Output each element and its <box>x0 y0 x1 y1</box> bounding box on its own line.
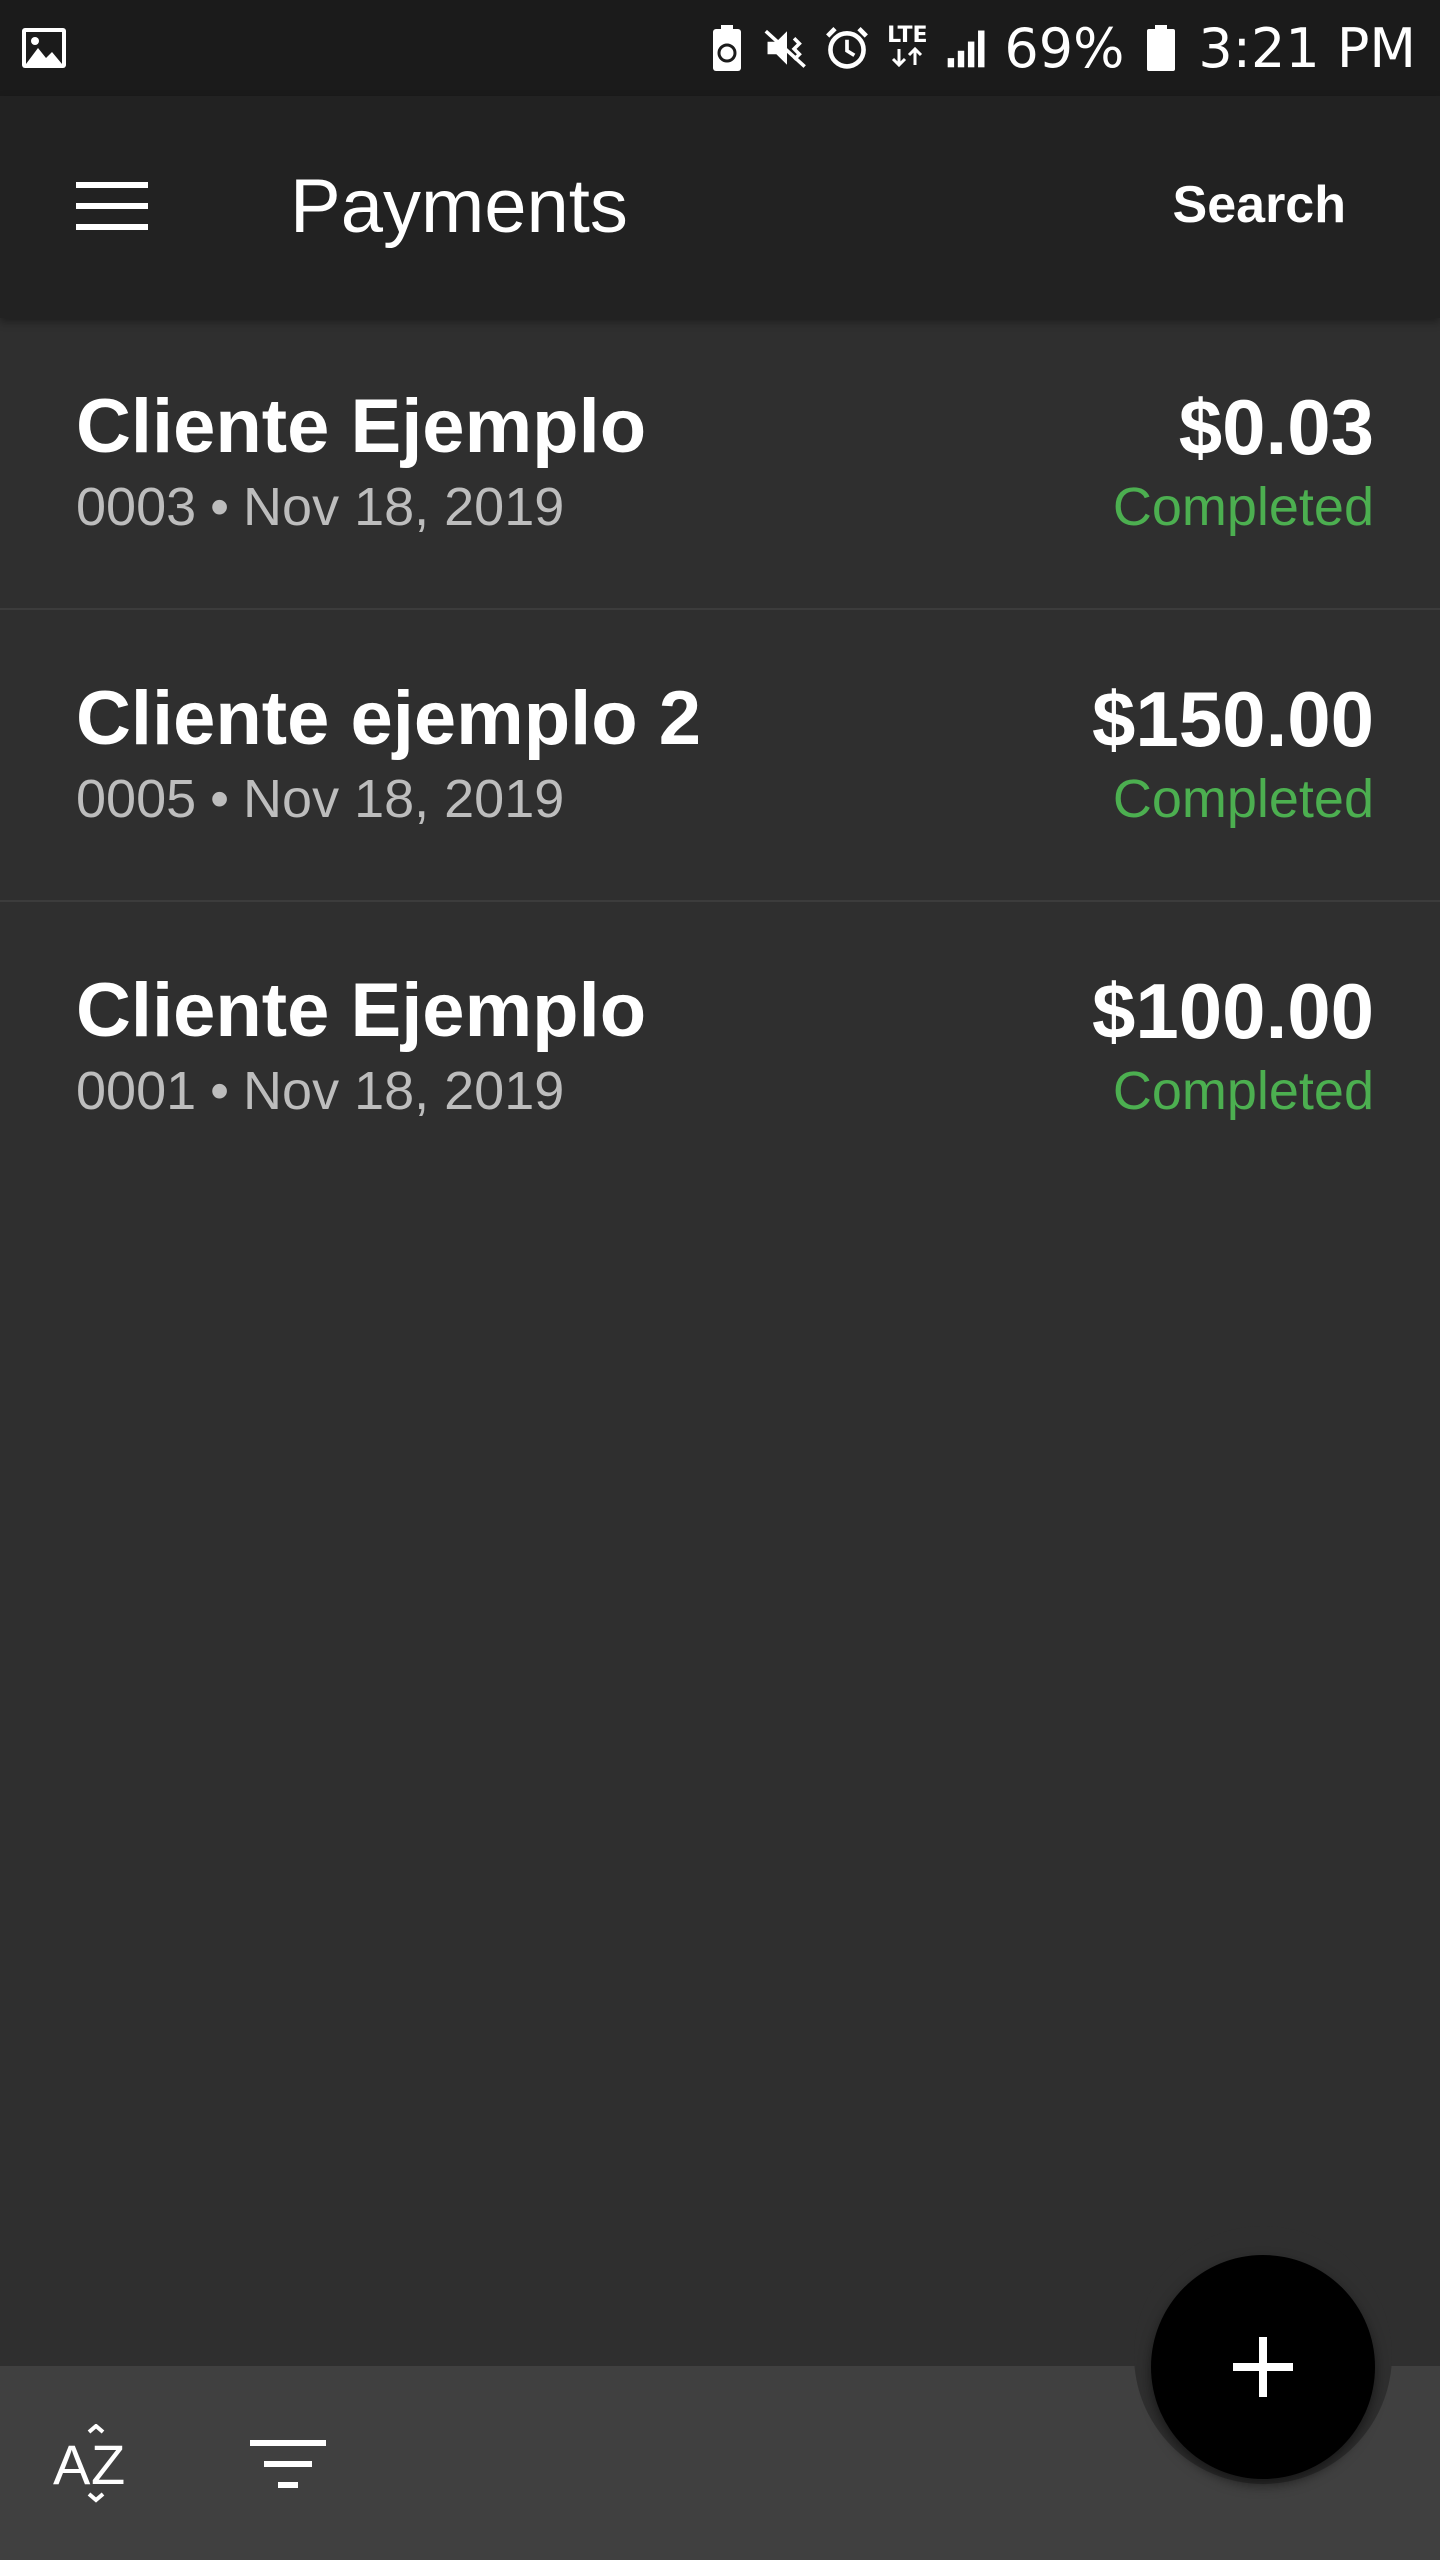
client-name: Cliente Ejemplo <box>76 968 647 1053</box>
sort-az-icon: A Z <box>53 2424 125 2503</box>
filter-button[interactable] <box>236 2416 340 2512</box>
battery-saver-icon <box>704 23 750 73</box>
alarm-icon <box>824 23 870 73</box>
status-icons: LTE 69% 3:21 PM <box>704 0 1416 96</box>
status-bar: LTE 69% 3:21 PM <box>0 0 1440 96</box>
payment-list: Cliente Ejemplo 0003 • Nov 18, 2019 $0.03 … <box>0 318 1440 1192</box>
payment-amount: $100.00 <box>1092 967 1374 1055</box>
plus-icon <box>1233 2337 1293 2397</box>
battery-percent: 69% <box>1004 16 1125 80</box>
payment-meta: 0005 • Nov 18, 2019 <box>76 764 564 834</box>
app-bar: Payments Search <box>0 96 1440 318</box>
payment-date: Nov 18, 2019 <box>243 477 565 537</box>
payment-number: 0003 <box>76 477 197 537</box>
battery-icon <box>1138 23 1184 73</box>
payment-status: Completed <box>1112 769 1374 829</box>
meta-separator: • <box>210 477 230 537</box>
payment-row[interactable]: Cliente Ejemplo 0001 • Nov 18, 2019 $100.0… <box>0 902 1440 1192</box>
gallery-icon <box>20 26 68 70</box>
sort-button[interactable]: A Z <box>44 2416 148 2512</box>
svg-text:Z: Z <box>91 2433 125 2496</box>
payment-number: 0001 <box>76 1061 197 1121</box>
menu-button[interactable] <box>60 158 164 254</box>
payment-date: Nov 18, 2019 <box>243 1061 565 1121</box>
client-name: Cliente ejemplo 2 <box>76 676 702 761</box>
payment-row[interactable]: Cliente ejemplo 2 0005 • Nov 18, 2019 $150… <box>0 610 1440 902</box>
client-name: Cliente Ejemplo <box>76 384 647 469</box>
payment-status: Completed <box>1112 1061 1374 1121</box>
payment-amount: $150.00 <box>1092 675 1374 763</box>
payment-amount: $0.03 <box>1178 383 1374 471</box>
payment-number: 0005 <box>76 769 197 829</box>
lte-icon: LTE <box>884 23 930 73</box>
payment-meta: 0003 • Nov 18, 2019 <box>76 472 564 542</box>
clock-time: 3:21 PM <box>1198 16 1416 80</box>
meta-separator: • <box>210 769 230 829</box>
payment-date: Nov 18, 2019 <box>243 769 565 829</box>
add-payment-button[interactable] <box>1151 2255 1375 2479</box>
hamburger-menu-icon <box>76 182 148 230</box>
signal-icon <box>944 23 990 73</box>
payments-screen: LTE 69% 3:21 PM Payments Search Cliente … <box>0 0 1440 2560</box>
payment-status: Completed <box>1112 477 1374 537</box>
page-title: Payments <box>290 164 628 249</box>
payment-row[interactable]: Cliente Ejemplo 0003 • Nov 18, 2019 $0.03 … <box>0 318 1440 610</box>
mute-icon <box>764 23 810 73</box>
svg-text:A: A <box>53 2433 91 2496</box>
network-label: LTE <box>887 22 928 48</box>
payment-meta: 0001 • Nov 18, 2019 <box>76 1056 564 1126</box>
meta-separator: • <box>210 1061 230 1121</box>
search-button[interactable]: Search <box>1173 170 1346 240</box>
filter-icon <box>250 2440 326 2488</box>
